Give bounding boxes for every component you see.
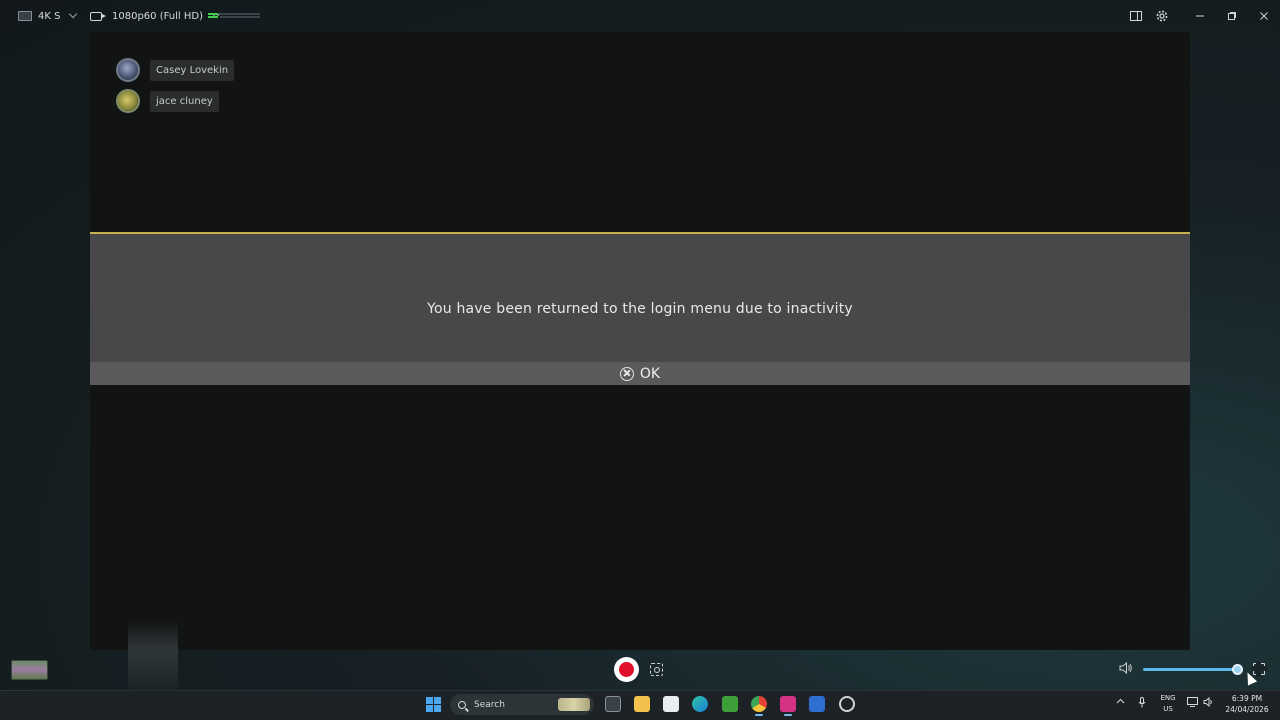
record-icon	[619, 662, 634, 677]
chrome-icon[interactable]	[751, 696, 767, 716]
edge-browser-icon[interactable]	[692, 696, 708, 712]
game-capture-view: Casey Lovekin jace cluney You have been …	[90, 32, 1190, 650]
network-icon[interactable]	[1187, 697, 1198, 709]
player-name: jace cluney	[150, 90, 219, 112]
resolution-label: 1080p60 (Full HD)	[112, 10, 204, 22]
file-explorer-icon[interactable]	[634, 696, 650, 712]
region-code: US	[1163, 705, 1173, 713]
resolution-selector[interactable]: 1080p60 (Full HD)	[90, 8, 221, 24]
microphone-icon[interactable]	[1138, 697, 1146, 710]
capture-app-icon[interactable]	[780, 696, 796, 716]
dialog-message: You have been returned to the login menu…	[427, 301, 853, 317]
volume-slider[interactable]	[1143, 664, 1243, 675]
record-button[interactable]	[614, 657, 639, 682]
clock-time: 6:39 PM	[1231, 694, 1263, 703]
player-name: Casey Lovekin	[150, 59, 235, 81]
chevron-up-icon[interactable]	[1116, 697, 1125, 708]
controller-button-icon	[619, 366, 634, 381]
speaker-icon[interactable]	[1203, 696, 1214, 709]
outlook-icon[interactable]	[809, 696, 825, 712]
inactivity-dialog: You have been returned to the login menu…	[90, 232, 1190, 385]
clock-date: 24/04/2026	[1225, 705, 1269, 714]
signed-in-players: Casey Lovekin jace cluney	[116, 58, 235, 120]
avatar	[116, 58, 140, 82]
preview-thumbnail[interactable]	[11, 660, 48, 680]
sidebar-toggle-icon[interactable]	[1128, 8, 1144, 24]
screenshot-icon[interactable]	[650, 663, 663, 676]
system-clock[interactable]: 6:39 PM 24/04/2026	[1224, 693, 1270, 715]
speaker-icon[interactable]	[1119, 661, 1135, 676]
device-label: 4K S	[38, 10, 61, 22]
video-camera-icon	[90, 11, 106, 21]
windows-start-icon[interactable]	[426, 697, 441, 712]
task-view-icon[interactable]	[605, 696, 621, 712]
minecraft-icon[interactable]	[722, 696, 738, 712]
avatar	[116, 89, 140, 113]
settings-gear-icon[interactable]	[1154, 8, 1170, 24]
restore-icon[interactable]	[1224, 8, 1240, 24]
player-entry: Casey Lovekin	[116, 58, 235, 82]
ok-button[interactable]: OK	[90, 362, 1190, 385]
language-code: ENG	[1160, 694, 1176, 702]
capture-device-icon	[18, 11, 32, 21]
volume-slider-handle[interactable]	[1232, 664, 1243, 675]
input-language[interactable]: ENG US	[1158, 693, 1178, 715]
player-entry: jace cluney	[116, 89, 234, 113]
capture-top-bar: 4K S 1080p60 (Full HD)	[0, 0, 1280, 32]
overlay-artifact	[128, 620, 178, 690]
close-icon[interactable]	[1256, 8, 1272, 24]
search-label: Search	[474, 699, 505, 710]
audio-level-meter	[208, 13, 262, 18]
search-icon	[458, 700, 466, 709]
device-selector[interactable]: 4K S	[18, 8, 78, 24]
search-highlight-image	[558, 698, 590, 711]
taskbar-search[interactable]: Search	[450, 694, 594, 715]
minimize-icon[interactable]	[1192, 8, 1208, 24]
steam-icon[interactable]	[839, 696, 855, 712]
fullscreen-icon[interactable]	[1252, 662, 1267, 677]
chevron-down-icon	[69, 9, 78, 19]
dialog-accent-line	[90, 232, 1190, 234]
microsoft-store-icon[interactable]	[663, 696, 679, 712]
ok-label: OK	[639, 365, 661, 382]
volume-slider-fill	[1143, 668, 1237, 671]
